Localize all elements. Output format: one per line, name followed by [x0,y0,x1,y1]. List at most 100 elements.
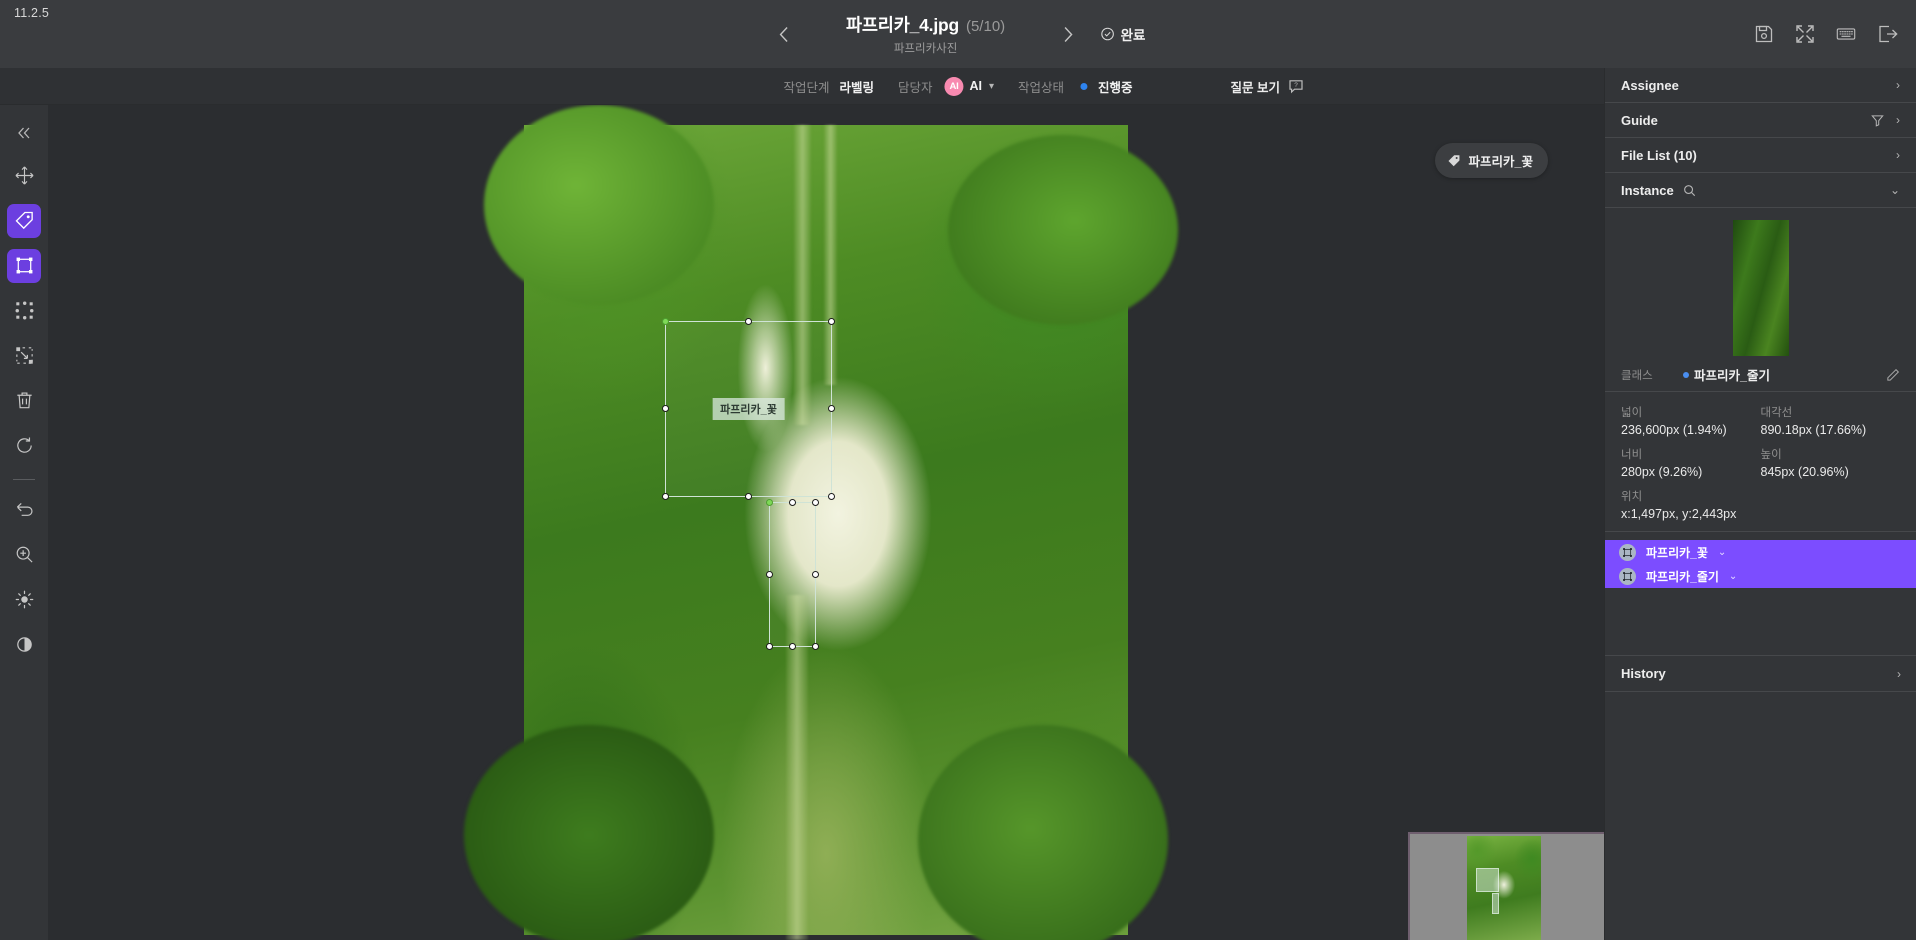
panel-instance[interactable]: Instance ⌄ [1605,173,1916,208]
bbox-handle-bottom-right[interactable] [812,643,819,650]
view-question-button[interactable]: 질문 보기 ? [1231,77,1304,96]
minimap-bbox-flower [1476,868,1499,892]
minimap-bbox-stem [1492,893,1499,914]
view-question-label: 질문 보기 [1230,80,1280,95]
panel-history[interactable]: History › [1605,655,1916,692]
app-version: 11.2.5 [14,6,50,20]
chevron-right-icon: › [1896,148,1900,162]
minimap-image [1467,836,1541,940]
bbox-handle-top-center[interactable] [744,318,752,325]
bbox-handle-top-right[interactable] [812,499,819,506]
fullscreen-icon[interactable] [1794,23,1816,45]
done-button[interactable]: 완료 [1101,24,1146,44]
panel-assignee[interactable]: Assignee › [1605,68,1916,103]
chevron-right-icon: › [1896,113,1900,127]
magic-select-tool[interactable] [7,339,41,373]
title-block: 파프리카_4.jpg (5/10) 파프리카사진 [811,12,1041,56]
collapse-sidebar-button[interactable] [9,119,39,147]
panel-assignee-title: Assignee [1621,77,1679,93]
instance-preview [1605,208,1916,358]
instance-list: 파프리카_꽃 ⌄ 파프리카_줄기 ⌄ [1605,532,1916,588]
metric-width-value: 280px (9.26%) [1621,465,1703,479]
metric-position-value: x:1,497px, y:2,443px [1621,507,1737,521]
assignee-value: AI [969,79,982,93]
next-image-button[interactable] [1055,21,1081,47]
page-title: 파프리카_4.jpg [846,15,959,35]
list-item[interactable]: 파프리카_꽃 ⌄ [1605,540,1916,564]
image-canvas[interactable]: 파프리카_꽃 파프리카_꽃 [48,105,1604,940]
bbox-stem[interactable] [766,499,819,650]
panel-history-row[interactable]: History › [1605,656,1916,691]
annotation-tool-app: 11.2.5 파프리카_4.jpg (5/10) 파프리카사진 완료 작업단계 … [0,0,1916,940]
reset-icon [16,437,32,453]
pencil-icon[interactable] [1886,368,1900,382]
bbox-handle-top-left[interactable] [766,499,773,506]
class-name: 파프리카_줄기 [1694,369,1770,383]
svg-text:?: ? [1294,82,1298,89]
magic-select-icon [15,347,33,364]
right-panel: Assignee › Guide › File List (10) › Inst… [1604,68,1916,940]
undo-icon [16,502,33,516]
chevrons-left-icon [18,127,30,139]
tag-tool[interactable] [7,203,41,238]
status-dot [1080,82,1088,90]
chevron-down-icon: ⌄ [1889,183,1900,197]
panel-file-list[interactable]: File List (10) › [1605,138,1916,173]
metric-diagonal: 대각선 890.18px (17.66%) [1761,404,1901,437]
file-counter: (5/10) [965,18,1006,35]
bbox-handle-top-right[interactable] [828,318,835,325]
bbox-handle-bottom-center[interactable] [788,643,796,650]
assignee-label: 담당자 [897,80,933,95]
logout-icon[interactable] [1876,23,1898,45]
top-header: 11.2.5 파프리카_4.jpg (5/10) 파프리카사진 완료 [0,0,1916,68]
bbox-handle-top-center[interactable] [788,499,796,506]
polygon-tool[interactable] [7,294,41,328]
minimap[interactable] [1408,832,1604,940]
bbox-handle-bottom-center[interactable] [744,493,752,500]
metric-area-key: 넓이 [1621,407,1643,419]
bbox-handle-top-left[interactable] [662,318,669,325]
bbox-handle-middle-right[interactable] [812,570,819,578]
keyboard-icon[interactable] [1835,23,1857,45]
delete-tool[interactable] [7,384,41,418]
instance-class-row: 클래스 파프리카_줄기 [1605,358,1916,392]
save-icon[interactable] [1753,23,1775,45]
filter-icon[interactable] [1871,114,1884,127]
move-icon [15,166,33,185]
status-label: 작업상태 [1018,80,1065,95]
undo-tool[interactable] [7,493,41,527]
bbox-flower[interactable]: 파프리카_꽃 [662,318,835,500]
done-label: 완료 [1120,28,1146,43]
contrast-tool[interactable] [7,628,41,662]
header-actions [1753,0,1898,68]
prev-image-button[interactable] [771,21,797,47]
active-tag-chip[interactable]: 파프리카_꽃 [1434,143,1548,178]
reset-tool[interactable] [7,429,41,463]
panel-guide[interactable]: Guide › [1605,103,1916,138]
metric-height: 높이 845px (20.96%) [1761,446,1901,479]
bbox-handle-middle-left[interactable] [662,405,669,412]
zoom-tool[interactable] [7,538,41,572]
brightness-icon [15,590,33,609]
active-tag-label: 파프리카_꽃 [1468,155,1533,169]
brightness-tool[interactable] [7,583,41,617]
panel-file-list-title: File List (10) [1621,147,1697,163]
bbox-handle-middle-left[interactable] [766,570,773,578]
move-tool[interactable] [7,159,41,193]
bbox-handle-bottom-left[interactable] [766,643,773,650]
metric-diagonal-value: 890.18px (17.66%) [1760,423,1867,437]
status-badge: 진행중 [1098,80,1133,95]
bbox-handle-bottom-left[interactable] [662,493,669,500]
panel-history-title: History [1621,666,1666,681]
trash-icon [16,392,32,409]
zoom-in-icon [16,546,33,563]
assignee-selector[interactable]: AI AI ▾ [944,76,994,96]
header-center: 파프리카_4.jpg (5/10) 파프리카사진 완료 [771,0,1146,68]
bounding-box-tool[interactable] [7,248,41,283]
list-item[interactable]: 파프리카_줄기 ⌄ [1605,564,1916,588]
chevron-down-icon[interactable]: ⌄ [1729,571,1737,582]
bbox-handle-middle-right[interactable] [828,405,835,412]
bbox-handle-bottom-right[interactable] [828,493,835,500]
chevron-down-icon[interactable]: ⌄ [1718,547,1726,558]
search-icon[interactable] [1683,184,1696,197]
